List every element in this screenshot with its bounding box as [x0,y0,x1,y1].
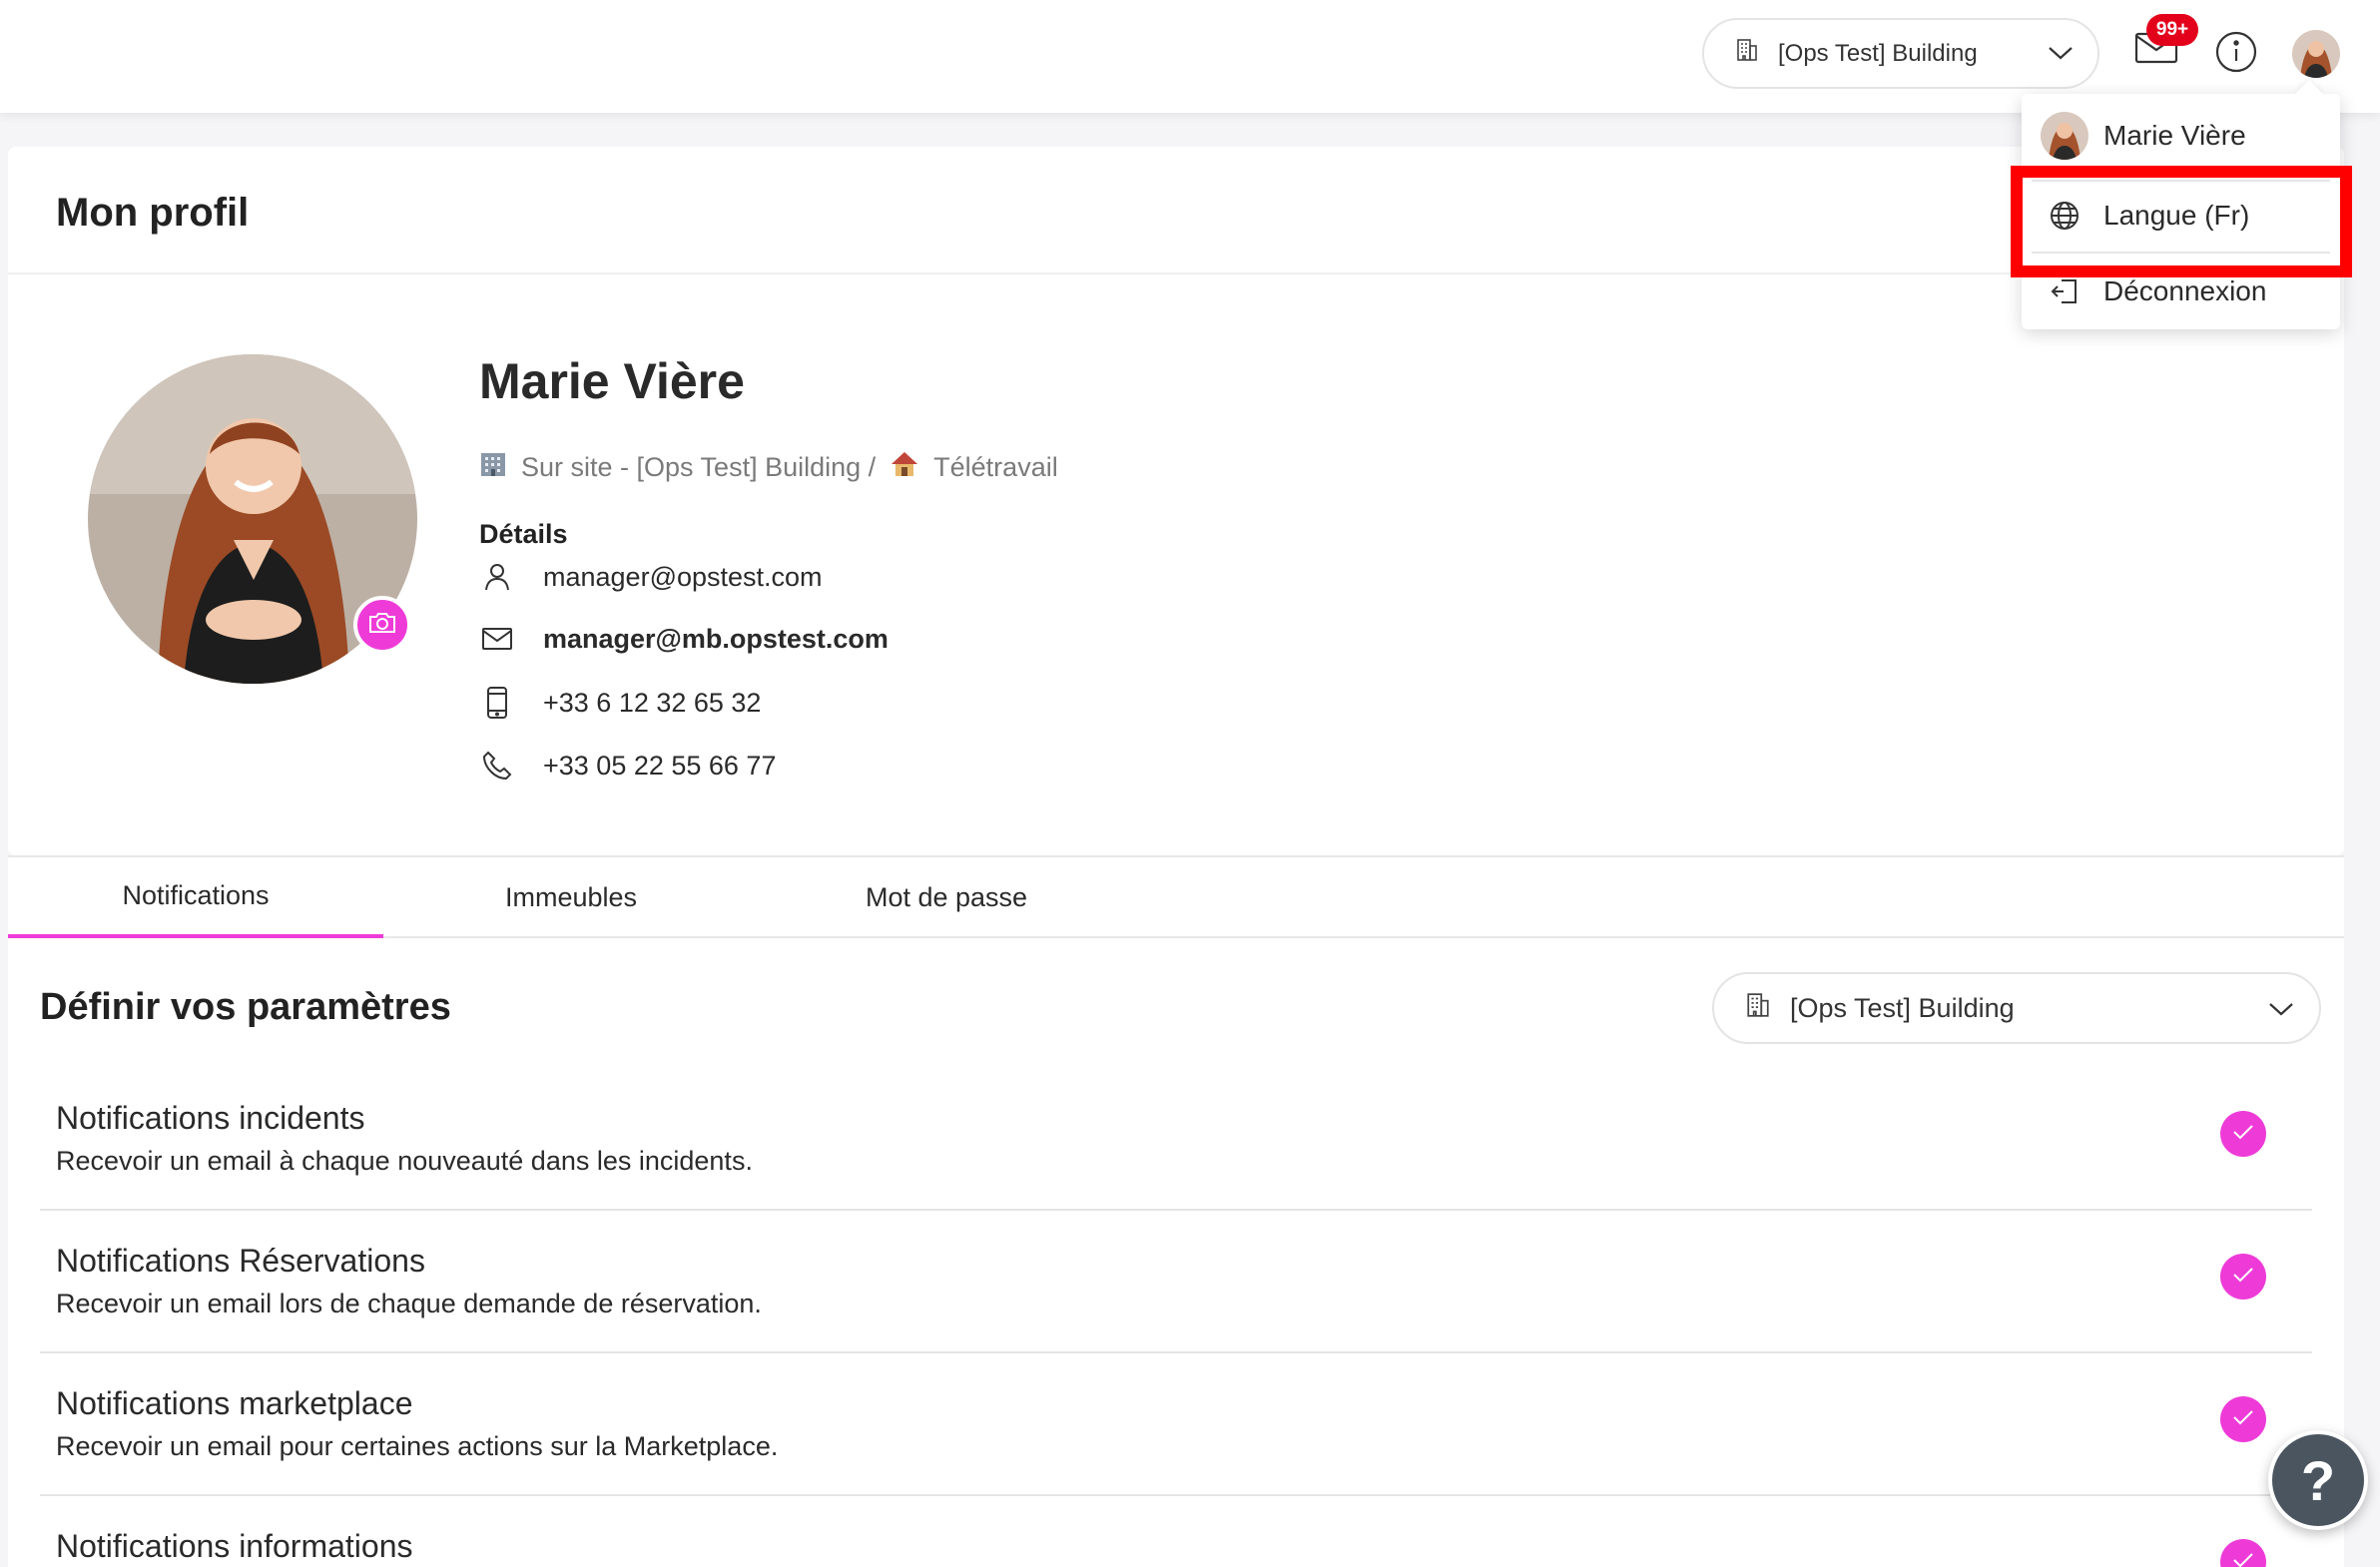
notification-settings: Définir vos paramètres [Ops Test] Buildi… [8,938,2344,1567]
notification-title: Notifications informations [56,1528,413,1564]
profile-tabs: Notifications Immeubles Mot de passe [8,855,2344,938]
username-value: manager@opstest.com [543,561,823,592]
notification-item-incidents: Notifications incidents Recevoir un emai… [40,1068,2312,1211]
chevron-down-icon [2267,993,2295,1024]
camera-icon [367,611,397,640]
menu-item-profile[interactable]: Marie Vière [2022,98,2340,174]
phone-value: +33 05 22 55 66 77 [543,750,777,781]
profile-photo-wrapper [88,354,417,684]
help-button[interactable]: ? [2268,1430,2368,1530]
notification-title: Notifications marketplace [56,1385,413,1421]
settings-building-label: [Ops Test] Building [1790,992,2015,1023]
page-title: Mon profil [56,191,250,235]
checkmark-icon [2231,1407,2255,1432]
avatar [2292,30,2340,78]
mobile-row: +33 6 12 32 65 32 [479,685,761,721]
building-select[interactable]: [Ops Test] Building [1702,18,2099,89]
user-avatar-button[interactable] [2292,30,2340,78]
tab-password[interactable]: Mot de passe [759,857,1134,938]
mobile-phone-icon [479,685,515,721]
notification-description: Recevoir un email lors de chaque demande… [56,1289,762,1318]
details-title: Détails [479,519,568,549]
notification-item-informations: Notifications informations [40,1496,2312,1567]
mail-icon [479,621,515,657]
office-building-icon [479,450,507,485]
tab-notifications[interactable]: Notifications [8,857,383,938]
notification-item-marketplace: Notifications marketplace Recevoir un em… [40,1353,2312,1496]
user-name: Marie Vière [479,353,745,409]
change-photo-button[interactable] [353,596,411,654]
email-value[interactable]: manager@mb.opstest.com [543,624,889,655]
checkmark-icon [2231,1550,2255,1567]
mobile-value: +33 6 12 32 65 32 [543,687,762,718]
location-remote: Télétravail [933,452,1058,482]
menu-logout-label: Déconnexion [2103,275,2267,306]
email-row: manager@mb.opstest.com [479,621,889,657]
building-icon [1746,992,1770,1025]
phone-row: +33 05 22 55 66 77 [479,748,776,784]
location-info: Sur site - [Ops Test] Building / Télétra… [479,450,1058,485]
reservations-checkbox[interactable] [2220,1254,2266,1300]
settings-building-select[interactable]: [Ops Test] Building [1712,972,2321,1044]
username-row: manager@opstest.com [479,559,823,595]
checkmark-icon [2231,1265,2255,1290]
phone-icon [479,748,515,784]
avatar [2040,111,2089,161]
info-button[interactable] [2212,30,2260,78]
notification-item-reservations: Notifications Réservations Recevoir un e… [40,1211,2312,1353]
tab-buildings[interactable]: Immeubles [383,857,759,938]
user-icon [479,559,515,595]
incidents-checkbox[interactable] [2220,1111,2266,1157]
notification-title: Notifications Réservations [56,1243,425,1279]
marketplace-checkbox[interactable] [2220,1396,2266,1442]
building-icon [1736,38,1758,69]
settings-title: Définir vos paramètres [40,986,451,1028]
info-icon [2214,30,2258,79]
profile-card: Mon profil Marie Vière Sur site - [Ops T… [8,147,2344,855]
notifications-badge: 99+ [2146,14,2198,46]
house-icon [890,450,919,485]
highlight-annotation-box [2011,166,2352,277]
chevron-down-icon [2048,40,2074,68]
location-onsite: Sur site - [Ops Test] Building / [521,452,877,482]
notification-description: Recevoir un email pour certaines actions… [56,1431,779,1461]
building-select-label: [Ops Test] Building [1778,39,1978,67]
menu-user-name: Marie Vière [2103,120,2246,151]
checkmark-icon [2231,1122,2255,1147]
notification-title: Notifications incidents [56,1100,365,1136]
notification-description: Recevoir un email à chaque nouveauté dan… [56,1146,753,1176]
profile-header: Mon profil [8,147,2344,274]
